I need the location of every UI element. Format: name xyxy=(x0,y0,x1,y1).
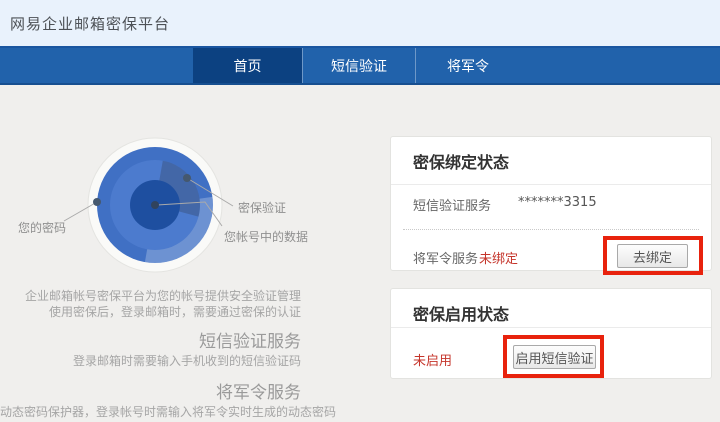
page-title: 网易企业邮箱密保平台 xyxy=(10,13,170,34)
dotted-divider xyxy=(403,229,699,230)
label-security-verify: 密保验证 xyxy=(238,199,286,216)
token-service-row-label: 将军令服务 xyxy=(413,248,478,267)
binding-status-panel: 密保绑定状态 短信验证服务 *******3315 将军令服务 未绑定 去绑定 xyxy=(390,136,712,271)
dot-password xyxy=(93,198,101,206)
connector-verify xyxy=(187,178,233,206)
label-account-data: 您帐号中的数据 xyxy=(224,228,308,245)
tab-token-label: 将军令 xyxy=(447,56,489,76)
enable-panel-title: 密保启用状态 xyxy=(413,301,509,325)
tab-general-token[interactable]: 将军令 xyxy=(415,48,520,83)
security-platform-page: 网易企业邮箱密保平台 首页 短信验证 将军令 您的密码 xyxy=(0,0,720,422)
sms-service-title: 短信验证服务 xyxy=(0,332,301,352)
dot-verify xyxy=(183,174,191,182)
tab-home-label: 首页 xyxy=(234,56,262,76)
connector-data xyxy=(157,202,222,226)
binding-panel-title: 密保绑定状态 xyxy=(413,149,509,173)
dot-data xyxy=(151,201,159,209)
enable-status-panel: 密保启用状态 未启用 启用短信验证 xyxy=(390,288,712,379)
token-service-desc: 动态密码保护器，登录帐号时需输入将军令实时生成的动态密码 xyxy=(0,404,301,420)
not-enabled-status: 未启用 xyxy=(413,350,452,369)
tab-home[interactable]: 首页 xyxy=(193,48,302,83)
tab-sms-label: 短信验证 xyxy=(331,56,387,76)
enable-sms-button[interactable]: 启用短信验证 xyxy=(513,345,596,369)
diagram-light-sector xyxy=(145,197,213,263)
header: 网易企业邮箱密保平台 xyxy=(0,0,720,46)
sms-service-row-label: 短信验证服务 xyxy=(413,195,491,214)
intro-line-1: 企业邮箱帐号密保平台为您的帐号提供安全验证管理 xyxy=(0,288,301,304)
connector-password xyxy=(64,202,97,221)
diagram-outer-disk xyxy=(97,147,213,263)
diagram-core-disk xyxy=(130,180,180,230)
tab-sms-verification[interactable]: 短信验证 xyxy=(302,48,415,83)
diagram-mid-disk xyxy=(110,160,200,250)
sms-masked-phone: *******3315 xyxy=(518,195,597,210)
diagram-halo-ring xyxy=(88,138,222,272)
diagram-dark-sector xyxy=(155,161,200,217)
intro-line-2: 使用密保后，登录邮箱时，需要通过密保的认证 xyxy=(0,304,301,320)
token-service-title: 将军令服务 xyxy=(0,383,301,403)
token-unbound-status: 未绑定 xyxy=(479,248,518,267)
main-nav: 首页 短信验证 将军令 xyxy=(0,46,720,85)
label-your-password: 您的密码 xyxy=(18,219,66,236)
intro-text-block: 企业邮箱帐号密保平台为您的帐号提供安全验证管理 使用密保后，登录邮箱时，需要通过… xyxy=(0,282,301,420)
go-bind-button[interactable]: 去绑定 xyxy=(617,244,688,268)
panel-divider xyxy=(391,184,711,185)
panel-divider xyxy=(391,327,711,328)
sms-service-desc: 登录邮箱时需要输入手机收到的短信验证码 xyxy=(0,353,301,369)
